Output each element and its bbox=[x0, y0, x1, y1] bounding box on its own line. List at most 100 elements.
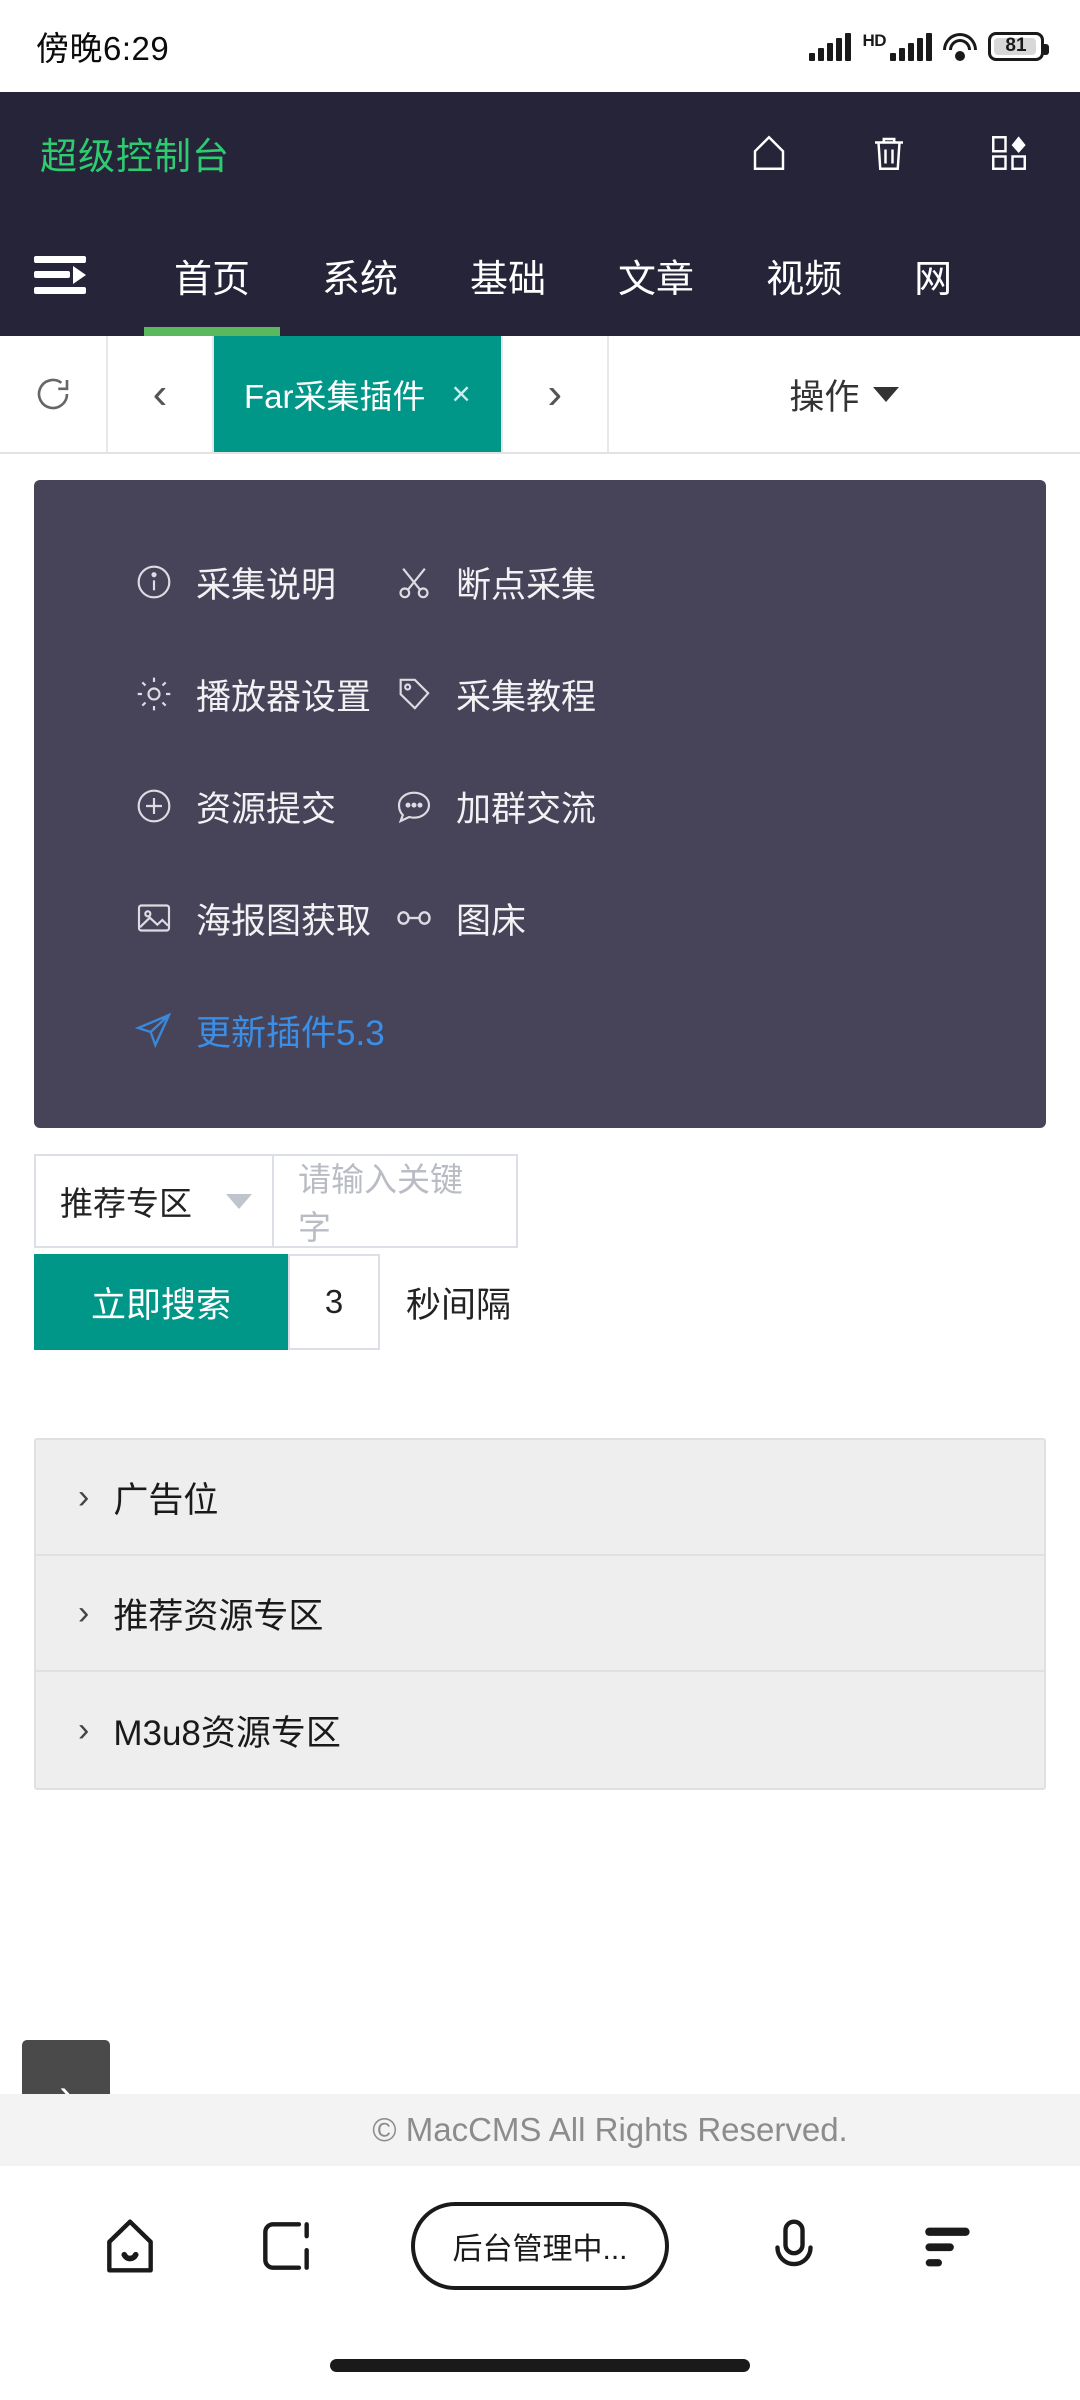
accordion-item-label: 推荐资源专区 bbox=[113, 1596, 324, 1636]
panel-row: 播放器设置 采集教程 bbox=[34, 638, 1046, 750]
panel-row: 更新插件5.3 bbox=[34, 974, 1046, 1086]
panel-item-label: 断点采集 bbox=[456, 565, 597, 605]
scissors-icon bbox=[394, 562, 434, 602]
page-content: 采集说明 断点采集 播放器设置 采集教程 资源提交 加群交流 海报图获取 图床 … bbox=[0, 480, 1080, 1790]
operations-dropdown[interactable]: 操作 bbox=[609, 336, 1080, 452]
panel-item-collect-guide[interactable]: 采集说明 bbox=[134, 557, 394, 608]
panel-item-label: 采集说明 bbox=[196, 565, 337, 605]
accordion-item-m3u8[interactable]: › M3u8资源专区 bbox=[36, 1672, 1044, 1788]
panel-row: 海报图获取 图床 bbox=[34, 862, 1046, 974]
tab-toolbar: ‹ Far采集插件 × › 操作 bbox=[0, 336, 1080, 454]
app-title: 超级控制台 bbox=[40, 136, 230, 177]
refresh-button[interactable] bbox=[0, 336, 108, 452]
panel-row: 资源提交 加群交流 bbox=[34, 750, 1046, 862]
panel-item-label: 采集教程 bbox=[456, 677, 597, 717]
panel-item-label: 播放器设置 bbox=[196, 677, 372, 717]
signal-bars-icon bbox=[809, 32, 852, 61]
send-plane-icon bbox=[134, 1010, 174, 1050]
panel-item-image-host[interactable]: 图床 bbox=[394, 893, 526, 944]
page-footer: © MacCMS All Rights Reserved. bbox=[0, 2094, 1080, 2166]
nav-tab-home[interactable]: 首页 bbox=[138, 214, 286, 336]
chevron-right-icon: › bbox=[78, 1710, 90, 1749]
panel-item-join-group[interactable]: 加群交流 bbox=[394, 781, 596, 832]
browser-menu-icon[interactable] bbox=[919, 2215, 981, 2277]
nav-tab-article[interactable]: 文章 bbox=[582, 214, 730, 336]
browser-bottom-bar: 后台管理中... bbox=[0, 2166, 1080, 2400]
menu-indent-icon[interactable] bbox=[34, 254, 86, 296]
microphone-icon[interactable] bbox=[763, 2215, 825, 2277]
chevron-right-icon: › bbox=[78, 1477, 90, 1516]
accordion-item-recommended[interactable]: › 推荐资源专区 bbox=[36, 1556, 1044, 1672]
browser-tabs-icon[interactable] bbox=[255, 2215, 317, 2277]
tag-icon bbox=[394, 674, 434, 714]
plus-circle-icon bbox=[134, 786, 174, 826]
form-row-bottom: 立即搜索 3 秒间隔 bbox=[34, 1254, 1046, 1350]
category-select[interactable]: 推荐专区 bbox=[34, 1154, 274, 1248]
signal-bars-icon-2 bbox=[890, 32, 932, 61]
accordion-item-label: 广告位 bbox=[113, 1480, 219, 1520]
chevron-right-icon: › bbox=[78, 1593, 90, 1632]
panel-item-label: 更新插件5.3 bbox=[196, 1013, 385, 1053]
form-row-top: 推荐专区 请输入关键字 bbox=[34, 1154, 1046, 1248]
panel-item-label: 加群交流 bbox=[456, 789, 597, 829]
hd-signal-group: HD bbox=[862, 30, 932, 61]
keyword-input-placeholder: 请输入关键字 bbox=[298, 1161, 463, 1246]
panel-item-player-settings[interactable]: 播放器设置 bbox=[134, 669, 394, 720]
home-indicator bbox=[330, 2359, 750, 2372]
interval-input[interactable]: 3 bbox=[288, 1254, 380, 1350]
nav-tab-system[interactable]: 系统 bbox=[286, 214, 434, 336]
close-icon[interactable]: × bbox=[452, 375, 471, 413]
resource-accordion: › 广告位 › 推荐资源专区 › M3u8资源专区 bbox=[34, 1438, 1046, 1790]
wifi-icon bbox=[943, 32, 977, 61]
trash-icon[interactable] bbox=[868, 132, 910, 174]
prev-tab-button[interactable]: ‹ bbox=[108, 336, 214, 452]
apps-grid-icon[interactable] bbox=[988, 132, 1030, 174]
panel-row: 采集说明 断点采集 bbox=[34, 526, 1046, 638]
app-header: 超级控制台 bbox=[0, 92, 1080, 214]
status-bar: 傍晚6:29 HD 81 bbox=[0, 0, 1080, 92]
panel-item-label: 图床 bbox=[456, 901, 527, 941]
image-icon bbox=[134, 898, 174, 938]
gear-icon bbox=[134, 674, 174, 714]
category-select-value: 推荐专区 bbox=[60, 1185, 192, 1222]
chevron-left-icon: ‹ bbox=[152, 369, 168, 418]
accordion-item-label: M3u8资源专区 bbox=[113, 1713, 341, 1753]
link-infinity-icon bbox=[394, 898, 434, 938]
panel-item-label: 资源提交 bbox=[196, 789, 337, 829]
hd-icon: HD bbox=[862, 30, 886, 50]
main-nav: 首页 系统 基础 文章 视频 网 bbox=[0, 214, 1080, 336]
phone-screen: 傍晚6:29 HD 81 超级控制台 首页 系统 基础 文章 视频 网 ‹ Fa… bbox=[0, 0, 1080, 2400]
chat-bubble-icon bbox=[394, 786, 434, 826]
browser-home-icon[interactable] bbox=[99, 2215, 161, 2277]
address-pill[interactable]: 后台管理中... bbox=[411, 2202, 669, 2290]
panel-item-resource-submit[interactable]: 资源提交 bbox=[134, 781, 394, 832]
copyright-text: © MacCMS All Rights Reserved. bbox=[372, 2111, 848, 2148]
open-tab-far-plugin[interactable]: Far采集插件 × bbox=[214, 336, 503, 452]
search-button[interactable]: 立即搜索 bbox=[34, 1254, 288, 1350]
nav-tab-basic[interactable]: 基础 bbox=[434, 214, 582, 336]
nav-tab-list: 首页 系统 基础 文章 视频 网 bbox=[138, 214, 1080, 336]
accordion-item-ad-slot[interactable]: › 广告位 bbox=[36, 1440, 1044, 1556]
battery-icon: 81 bbox=[988, 31, 1049, 61]
collect-search-form: 推荐专区 请输入关键字 立即搜索 3 秒间隔 bbox=[34, 1154, 1046, 1350]
home-icon[interactable] bbox=[748, 132, 790, 174]
panel-item-breakpoint-collect[interactable]: 断点采集 bbox=[394, 557, 596, 608]
status-bar-indicators: HD 81 bbox=[809, 30, 1049, 61]
operations-label: 操作 bbox=[789, 377, 860, 417]
address-pill-label: 后台管理中... bbox=[452, 2233, 628, 2266]
status-bar-time: 傍晚6:29 bbox=[36, 30, 170, 67]
nav-tab-network[interactable]: 网 bbox=[878, 214, 988, 336]
panel-item-update-plugin[interactable]: 更新插件5.3 bbox=[134, 1005, 385, 1056]
next-tab-button[interactable]: › bbox=[503, 336, 609, 452]
panel-item-collect-tutorial[interactable]: 采集教程 bbox=[394, 669, 596, 720]
chevron-down-icon bbox=[873, 386, 900, 402]
panel-item-poster-fetch[interactable]: 海报图获取 bbox=[134, 893, 394, 944]
chevron-right-icon: › bbox=[547, 369, 563, 418]
keyword-input[interactable]: 请输入关键字 bbox=[274, 1154, 518, 1248]
info-circle-icon bbox=[134, 562, 174, 602]
browser-bottom-row: 后台管理中... bbox=[0, 2166, 1080, 2326]
battery-percent: 81 bbox=[1005, 35, 1027, 56]
refresh-icon bbox=[32, 373, 74, 415]
nav-tab-video[interactable]: 视频 bbox=[730, 214, 878, 336]
panel-item-label: 海报图获取 bbox=[196, 901, 372, 941]
